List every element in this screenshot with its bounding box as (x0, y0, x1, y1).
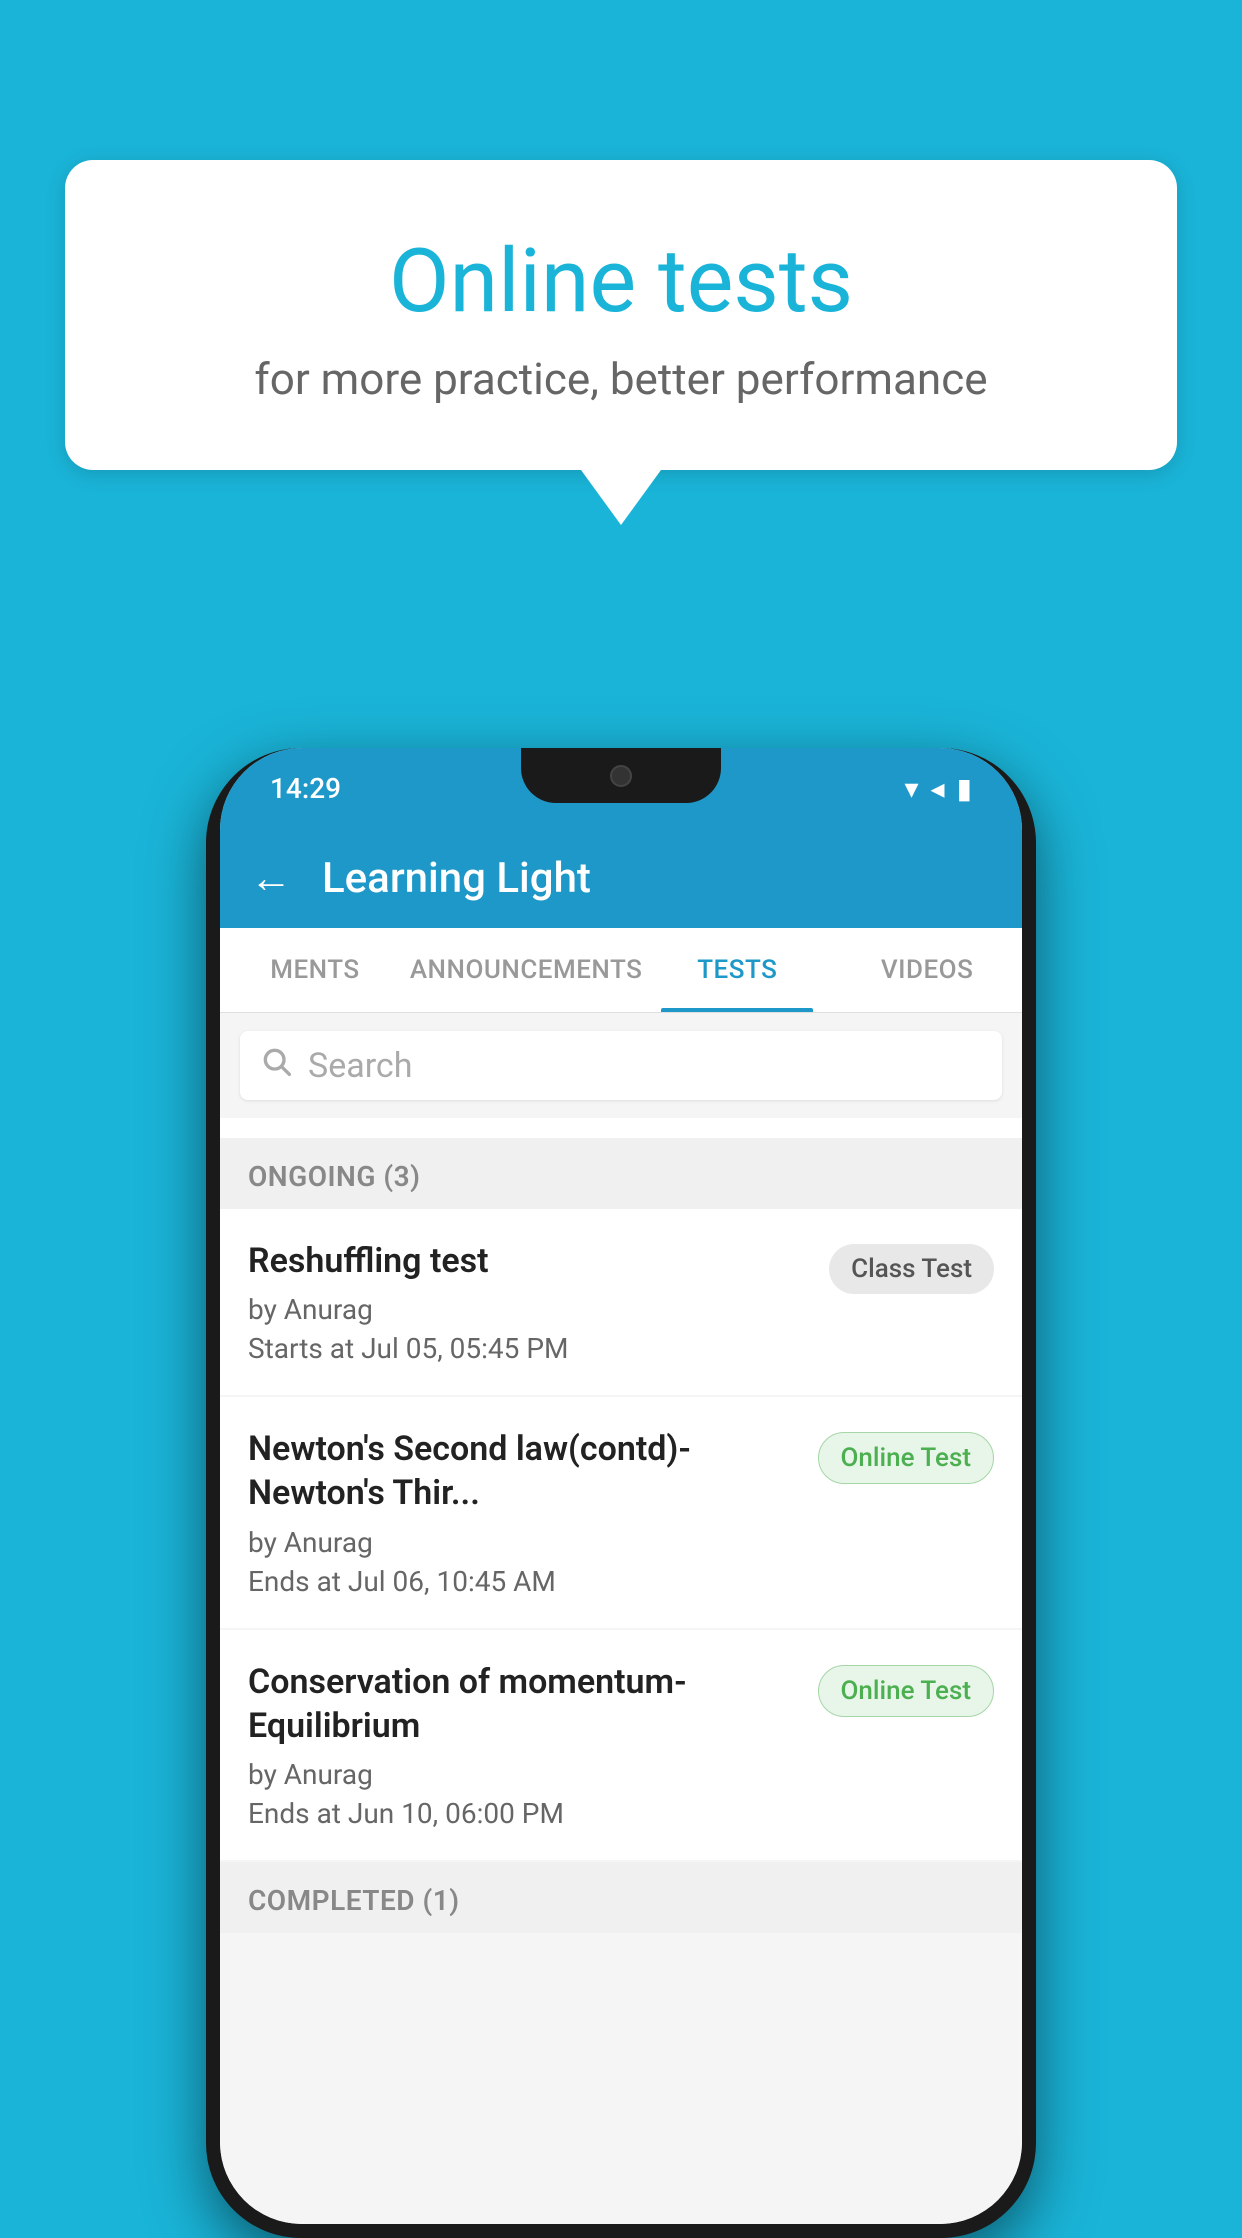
ongoing-section-header: ONGOING (3) (220, 1138, 1022, 1209)
test-card-conservation[interactable]: Conservation of momentum-Equilibrium by … (220, 1630, 1022, 1860)
completed-title: COMPLETED (1) (248, 1884, 460, 1917)
tabs-bar: MENTS ANNOUNCEMENTS TESTS VIDEOS (220, 928, 1022, 1013)
tab-ments[interactable]: MENTS (220, 928, 410, 1012)
test-card-reshuffling[interactable]: Reshuffling test by Anurag Starts at Jul… (220, 1209, 1022, 1395)
back-button[interactable]: ← (250, 854, 292, 903)
test-card-newtons[interactable]: Newton's Second law(contd)-Newton's Thir… (220, 1397, 1022, 1627)
ongoing-title: ONGOING (3) (248, 1160, 420, 1193)
content-area: ONGOING (3) Reshuffling test by Anurag S… (220, 1138, 1022, 2224)
front-camera (610, 765, 632, 787)
promo-title: Online tests (145, 230, 1097, 333)
test-author-reshuffling: by Anurag (248, 1293, 809, 1326)
test-date-newtons: Ends at Jul 06, 10:45 AM (248, 1565, 798, 1598)
tab-announcements[interactable]: ANNOUNCEMENTS (410, 928, 643, 1012)
phone-notch (521, 748, 721, 803)
battery-icon: ▮ (957, 772, 972, 805)
test-info-conservation: Conservation of momentum-Equilibrium by … (248, 1660, 798, 1830)
promo-subtitle: for more practice, better performance (145, 353, 1097, 405)
wifi-icon: ▾ (904, 772, 918, 805)
signal-icon: ◂ (931, 772, 945, 805)
status-bar: 14:29 ▾ ◂ ▮ (220, 748, 1022, 828)
test-date-reshuffling: Starts at Jul 05, 05:45 PM (248, 1332, 809, 1365)
test-name-conservation: Conservation of momentum-Equilibrium (248, 1660, 798, 1748)
phone-screen: 14:29 ▾ ◂ ▮ ← Learning Light MENTS ANNOU… (220, 748, 1022, 2224)
status-icons: ▾ ◂ ▮ (904, 772, 972, 805)
promo-section: Online tests for more practice, better p… (65, 160, 1177, 525)
status-time: 14:29 (270, 772, 341, 805)
tab-videos[interactable]: VIDEOS (832, 928, 1022, 1012)
test-badge-reshuffling: Class Test (829, 1244, 994, 1294)
test-name-newtons: Newton's Second law(contd)-Newton's Thir… (248, 1427, 798, 1515)
promo-card: Online tests for more practice, better p… (65, 160, 1177, 470)
search-input-wrapper[interactable]: Search (240, 1031, 1002, 1100)
test-author-conservation: by Anurag (248, 1758, 798, 1791)
test-author-newtons: by Anurag (248, 1526, 798, 1559)
app-bar: ← Learning Light (220, 828, 1022, 928)
test-name-reshuffling: Reshuffling test (248, 1239, 809, 1283)
speech-bubble-arrow (581, 470, 661, 525)
test-badge-conservation: Online Test (818, 1665, 995, 1717)
search-container: Search (220, 1013, 1022, 1118)
search-icon (260, 1045, 292, 1086)
search-placeholder: Search (308, 1046, 412, 1086)
app-bar-title: Learning Light (322, 854, 591, 903)
test-badge-newtons: Online Test (818, 1432, 995, 1484)
test-info-newtons: Newton's Second law(contd)-Newton's Thir… (248, 1427, 798, 1597)
test-info-reshuffling: Reshuffling test by Anurag Starts at Jul… (248, 1239, 809, 1365)
completed-section-header: COMPLETED (1) (220, 1862, 1022, 1933)
phone-frame: 14:29 ▾ ◂ ▮ ← Learning Light MENTS ANNOU… (206, 748, 1036, 2238)
test-date-conservation: Ends at Jun 10, 06:00 PM (248, 1797, 798, 1830)
tab-tests[interactable]: TESTS (642, 928, 832, 1012)
